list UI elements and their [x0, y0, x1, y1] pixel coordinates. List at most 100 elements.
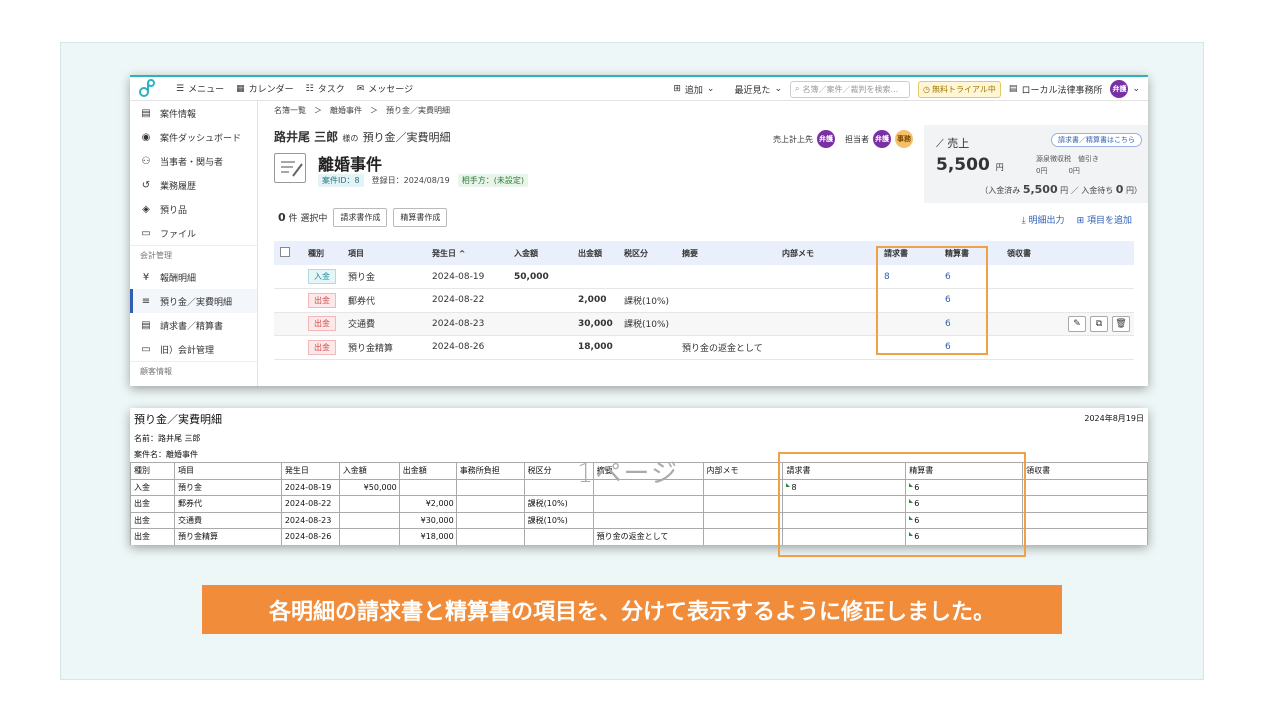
folder-icon: ▭	[141, 227, 151, 239]
selection-toolbar: 0 件 選択中 請求書作成 精算書作成	[278, 208, 448, 227]
table-actions: ⤓ 明細出力 ⊞ 項目を追加	[1022, 213, 1132, 226]
dashboard-icon: ◉	[141, 131, 151, 143]
sidebar-section-client: 顧客情報	[130, 361, 257, 381]
create-statement-button[interactable]: 精算書作成	[393, 208, 448, 227]
document-icon: ▤	[141, 107, 151, 119]
table-row[interactable]: 出金 預り金精算 2024-08-26 18,000 預り金の返金として 6	[274, 335, 1134, 360]
avatar[interactable]: 弁護	[873, 130, 891, 148]
trash-icon[interactable]: 🗑	[1112, 315, 1130, 332]
edit-icon[interactable]: ✎	[1068, 315, 1086, 332]
search-icon: ⌕	[795, 84, 800, 93]
print-case-line: 案件名：離婚事件	[134, 450, 198, 459]
breadcrumb[interactable]: 名簿一覧 ＞ 離婚事件 ＞ 預り金／実費明細	[274, 105, 450, 116]
print-name-line: 名前：路井尾 三郎	[134, 434, 201, 443]
download-icon: ⤓	[1021, 216, 1026, 226]
top-bar: ☰ メニュー ▦ カレンダー ☷ タスク ✉ メッセージ ⊞ 追加 ⌄ 最近見た ⌄ ⌕ 名簿／…	[130, 75, 1148, 101]
add-item-button[interactable]: ⊞ 項目を追加	[1077, 213, 1132, 226]
export-button[interactable]: ⤓ 明細出力	[1022, 213, 1065, 226]
case-meta: 案件ID：8 登録日：2024/08/19 相手方：(未設定)	[318, 174, 528, 187]
person-name[interactable]: 路井尾 三郎	[274, 130, 338, 144]
select-all-checkbox[interactable]	[274, 241, 302, 265]
history-icon: ↺	[141, 179, 151, 191]
type-badge: 出金	[308, 339, 336, 355]
office-name[interactable]: ▤ ローカル法律事務所	[1009, 83, 1103, 96]
case-document-icon	[274, 153, 306, 183]
app-screenshot: ☰ メニュー ▦ カレンダー ☷ タスク ✉ メッセージ ⊞ 追加 ⌄ 最近見た ⌄ ⌕ 名簿／…	[130, 75, 1148, 386]
sidebar-item-dashboard[interactable]: ◉ 案件ダッシュボード	[130, 125, 257, 149]
sidebar-item-files[interactable]: ▭ ファイル	[130, 221, 257, 245]
print-title: 預り金／実費明細	[134, 413, 222, 426]
highlight-invoice-columns-app	[876, 246, 988, 355]
message-button[interactable]: ✉ メッセージ	[356, 82, 413, 96]
sidebar-item-custody[interactable]: ◈ 預り品	[130, 197, 257, 221]
search-input[interactable]: ⌕ 名簿／案件／裁判を検索...	[790, 80, 911, 98]
chart-line-icon: ⟋	[936, 137, 944, 150]
sales-breakdown: 源泉徴収税 値引き 0円 0円	[1036, 155, 1099, 175]
sort-date-header[interactable]: 発生日 ^	[426, 241, 508, 265]
calendar-icon: ▦	[236, 83, 245, 94]
case-title: 離婚事件	[318, 155, 383, 174]
sidebar-item-invoices[interactable]: ▤ 請求書／精算書	[130, 313, 257, 337]
hamburger-icon: ☰	[176, 83, 185, 94]
sales-payment-status: （入金済み 5,500 円 ／ 入金待ち 0 円）	[980, 183, 1142, 196]
avatar[interactable]: 弁護	[817, 130, 835, 148]
coins-icon: ≡	[141, 295, 151, 307]
sidebar-item-old-accounting[interactable]: ▭ 旧）会計管理	[130, 337, 257, 361]
assignees: 売上計上先 弁護 担当者 弁護 事務	[773, 130, 913, 148]
task-button[interactable]: ☷ タスク	[306, 82, 345, 96]
calendar-button[interactable]: ▦ カレンダー	[236, 82, 294, 96]
chevron-down-icon: ⌄	[1132, 84, 1140, 94]
highlight-invoice-columns-print	[778, 452, 1026, 557]
page-watermark: 1ページ	[577, 459, 680, 489]
honorific: 様の	[342, 134, 359, 143]
invoice-icon: ▤	[141, 319, 151, 331]
mail-icon: ✉	[356, 83, 365, 94]
print-date: 2024年8月19日	[1084, 414, 1144, 423]
chevron-down-icon: ⌄	[706, 84, 715, 94]
page-heading: 路井尾 三郎 様の 預り金／実費明細	[274, 128, 451, 145]
table-row[interactable]: 出金 交通費 2024-08-23 30,000 課税(10%) 6 ✎ ⧉ 🗑	[274, 312, 1134, 336]
main-content: 名簿一覧 ＞ 離婚事件 ＞ 預り金／実費明細 路井尾 三郎 様の 預り金／実費明…	[258, 101, 1148, 386]
recent-dropdown[interactable]: 最近見た ⌄	[734, 83, 782, 96]
sales-panel: ⟋ 売上 請求書／精算書はこちら 5,500 円 源泉徴収税 値引き 0円 0円…	[924, 125, 1148, 203]
invoice-link[interactable]: 請求書／精算書はこちら	[1051, 133, 1142, 147]
menu-button[interactable]: ☰ メニュー	[176, 82, 224, 96]
sidebar-item-deposits[interactable]: ≡ 預り金／実費明細	[130, 289, 257, 313]
sidebar-item-fees[interactable]: ¥ 報酬明細	[130, 265, 257, 289]
page-title: 預り金／実費明細	[362, 131, 451, 144]
sidebar-section-accounting: 会計管理	[130, 245, 257, 265]
sidebar-item-parties[interactable]: ⚇ 当事者・関与者	[130, 149, 257, 173]
registered-date: 登録日：2024/08/19	[371, 176, 450, 185]
trial-badge[interactable]: ◷ 無料トライアル中	[918, 80, 1001, 98]
avatar[interactable]: 事務	[895, 130, 913, 148]
type-badge: 出金	[308, 316, 336, 332]
building-icon: ▤	[1008, 84, 1018, 94]
yen-icon: ¥	[142, 271, 150, 283]
user-menu[interactable]: 弁護 ⌄	[1110, 80, 1140, 98]
people-icon: ⚇	[141, 155, 151, 167]
copy-icon[interactable]: ⧉	[1090, 315, 1108, 332]
table-header: 種別 項目 発生日 ^ 入金額 出金額 税区分 摘要 内部メモ 請求書 精算書 …	[274, 241, 1134, 265]
app-logo[interactable]	[138, 78, 164, 100]
card-icon: ▭	[141, 343, 151, 355]
avatar: 弁護	[1110, 80, 1129, 98]
caption-banner: 各明細の請求書と精算書の項目を、分けて表示するように修正しました。	[202, 585, 1062, 634]
deposit-table: 種別 項目 発生日 ^ 入金額 出金額 税区分 摘要 内部メモ 請求書 精算書 …	[274, 241, 1134, 360]
type-badge: 出金	[308, 292, 336, 308]
sales-amount: 5,500 円	[936, 155, 1004, 175]
sidebar: ▤ 案件情報 ◉ 案件ダッシュボード ⚇ 当事者・関与者 ↺ 業務履歴 ◈ 預り品 ▭ ファ…	[130, 101, 258, 386]
plus-square-icon: ⊞	[1076, 216, 1085, 226]
type-badge: 入金	[308, 269, 336, 284]
sidebar-item-case-info[interactable]: ▤ 案件情報	[130, 101, 257, 125]
row-tools: ✎ ⧉ 🗑	[1068, 315, 1130, 332]
sidebar-item-history[interactable]: ↺ 業務履歴	[130, 173, 257, 197]
selected-count: 0 件 選択中	[278, 211, 328, 224]
table-row[interactable]: 出金 郵券代 2024-08-22 2,000 課税(10%) 6	[274, 288, 1134, 313]
opponent-chip[interactable]: 相手方：(未設定)	[457, 174, 528, 187]
add-dropdown[interactable]: ⊞ 追加 ⌄	[673, 83, 714, 96]
box-icon: ◈	[142, 203, 150, 215]
chevron-down-icon: ⌄	[774, 84, 783, 94]
create-invoice-button[interactable]: 請求書作成	[333, 208, 388, 227]
table-row[interactable]: 入金 預り金 2024-08-19 50,000 8 6	[274, 265, 1134, 289]
case-id-chip: 案件ID：8	[318, 174, 364, 187]
